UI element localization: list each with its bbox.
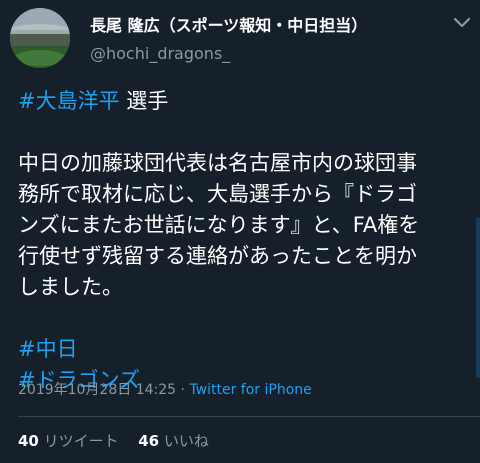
tweet-header: 長尾 隆広（スポーツ報知・中日担当） @hochi_dragons_	[0, 0, 480, 80]
tweet-meta: 2019年10月28日 14:25 · Twitter for iPhone	[18, 379, 312, 399]
meta-separator: ·	[176, 382, 190, 398]
tweet-stats: 40 リツイート 46 いいね	[18, 430, 209, 451]
tweet-line: しました。	[18, 275, 123, 299]
tweet-line: 務所で取材に応じ、大島選手から『ドラゴ	[18, 182, 417, 206]
hashtag-link[interactable]: #大島洋平	[18, 89, 120, 113]
tweet-line: #大島洋平 選手	[18, 86, 473, 117]
divider	[18, 416, 480, 417]
tweet-line: 中日の加藤球団代表は名古屋市内の球団事	[18, 151, 417, 175]
display-name[interactable]: 長尾 隆広（スポーツ報知・中日担当）	[90, 12, 367, 36]
tweet-line: ンズにまたお世話になります』と、FA権を	[18, 213, 420, 237]
tweet-line: #中日	[18, 334, 473, 365]
tweet-line-text: 選手	[119, 89, 169, 113]
avatar[interactable]	[10, 8, 70, 68]
retweets-stat[interactable]: 40 リツイート	[18, 432, 119, 450]
retweets-count: 40	[18, 432, 39, 450]
tweet-text: #大島洋平 選手 中日の加藤球団代表は名古屋市内の球団事 務所で取材に応じ、大島…	[18, 86, 473, 396]
stadium-photo-icon	[10, 8, 70, 68]
hashtag-link[interactable]: #中日	[18, 337, 78, 361]
username-handle[interactable]: @hochi_dragons_	[90, 44, 230, 63]
likes-label: いいね	[159, 432, 209, 450]
chevron-down-icon[interactable]	[450, 10, 474, 34]
retweets-label: リツイート	[38, 432, 119, 450]
likes-count: 46	[138, 432, 160, 450]
likes-stat[interactable]: 46 いいね	[138, 432, 209, 450]
source-link[interactable]: Twitter for iPhone	[189, 382, 311, 398]
timestamp[interactable]: 2019年10月28日 14:25	[18, 382, 176, 398]
tweet-line: 行使せず残留する連絡があったことを明か	[18, 244, 417, 268]
scrollbar[interactable]	[476, 218, 480, 378]
